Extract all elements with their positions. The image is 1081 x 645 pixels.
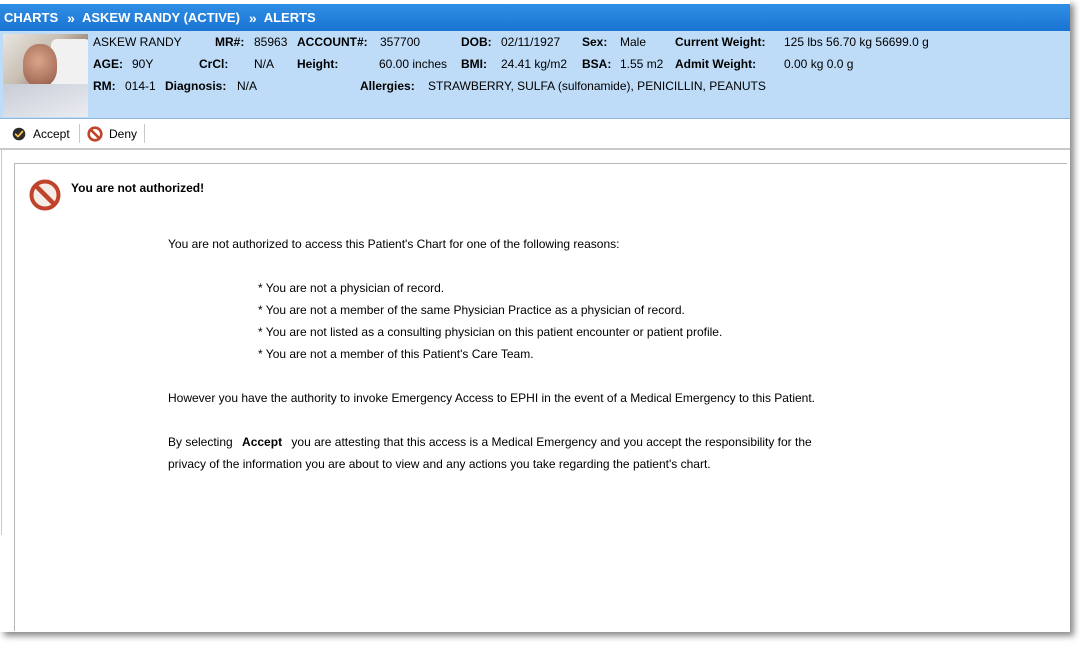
allergies-value: STRAWBERRY, SULFA (sulfonamide), PENICIL…	[428, 79, 766, 93]
deny-icon	[87, 126, 103, 142]
no-entry-icon	[29, 179, 61, 211]
mr-value: 85963	[254, 35, 288, 49]
patient-name: ASKEW RANDY	[93, 35, 182, 49]
breadcrumb-separator-icon: »	[67, 9, 75, 26]
chart-window: CHARTS » ASKEW RANDY (ACTIVE) » ALERTS A…	[0, 0, 1070, 632]
allergies-label: Allergies:	[360, 79, 415, 93]
patient-photo	[3, 34, 88, 117]
breadcrumb-patient[interactable]: ASKEW RANDY (ACTIVE)	[82, 10, 240, 25]
attest-keyword: Accept	[242, 435, 283, 449]
current-weight-value: 125 lbs 56.70 kg 56699.0 g	[784, 35, 929, 49]
bsa-label: BSA:	[582, 57, 612, 71]
diagnosis-label: Diagnosis:	[165, 79, 227, 93]
age-value: 90Y	[132, 57, 154, 71]
mr-label: MR#:	[215, 35, 245, 49]
toolbar-divider	[79, 124, 80, 143]
dob-label: DOB:	[461, 35, 492, 49]
account-label: ACCOUNT#:	[297, 35, 368, 49]
deny-label: Deny	[109, 127, 138, 141]
rm-value: 014-1	[125, 79, 156, 93]
reason-item: * You are not a member of this Patient's…	[258, 347, 534, 361]
reason-item: * You are not listed as a consulting phy…	[258, 325, 723, 339]
checkmark-icon	[12, 127, 26, 141]
toolbar: Accept Deny	[0, 119, 1070, 150]
bmi-value: 24.41 kg/m2	[501, 57, 568, 71]
crcl-label: CrCl:	[199, 57, 229, 71]
rm-label: RM:	[93, 79, 116, 93]
height-value: 60.00 inches	[379, 57, 448, 71]
height-label: Height:	[297, 57, 339, 71]
emergency-text: However you have the authority to invoke…	[168, 391, 815, 405]
sex-label: Sex:	[582, 35, 608, 49]
deny-button[interactable]: Deny	[87, 123, 137, 145]
alert-title: You are not authorized!	[71, 181, 205, 195]
breadcrumb: CHARTS » ASKEW RANDY (ACTIVE) » ALERTS	[0, 4, 1070, 31]
accept-label: Accept	[33, 127, 70, 141]
diagnosis-value: N/A	[237, 79, 258, 93]
crcl-value: N/A	[254, 57, 275, 71]
patient-banner: ASKEW RANDY MR#: 85963 ACCOUNT#: 357700 …	[0, 31, 1070, 119]
bmi-label: BMI:	[461, 57, 487, 71]
attest-prefix: By selecting	[168, 435, 233, 449]
breadcrumb-charts[interactable]: CHARTS	[4, 10, 58, 25]
toolbar-divider	[144, 124, 145, 143]
reason-item: * You are not a member of the same Physi…	[258, 303, 685, 317]
dob-value: 02/11/1927	[501, 35, 561, 49]
breadcrumb-alerts[interactable]: ALERTS	[264, 10, 316, 25]
alert-intro: You are not authorized to access this Pa…	[168, 237, 620, 251]
account-value: 357700	[380, 35, 421, 49]
attest-line-1: By selecting Accept you are attesting th…	[168, 435, 812, 449]
accept-button[interactable]: Accept	[12, 123, 70, 145]
admit-weight-label: Admit Weight:	[675, 57, 757, 71]
bsa-value: 1.55 m2	[620, 57, 664, 71]
breadcrumb-separator-icon: »	[248, 9, 257, 26]
current-weight-label: Current Weight:	[675, 35, 766, 49]
admit-weight-value: 0.00 kg 0.0 g	[784, 57, 854, 71]
reason-item: * You are not a physician of record.	[258, 281, 445, 295]
sex-value: Male	[620, 35, 647, 49]
alert-panel: You are not authorized! You are not auth…	[14, 163, 1067, 631]
attest-suffix: you are attesting that this access is a …	[291, 435, 812, 449]
frame-divider	[1, 150, 2, 535]
attest-line-2: privacy of the information you are about…	[168, 457, 711, 471]
age-label: AGE:	[93, 57, 123, 71]
